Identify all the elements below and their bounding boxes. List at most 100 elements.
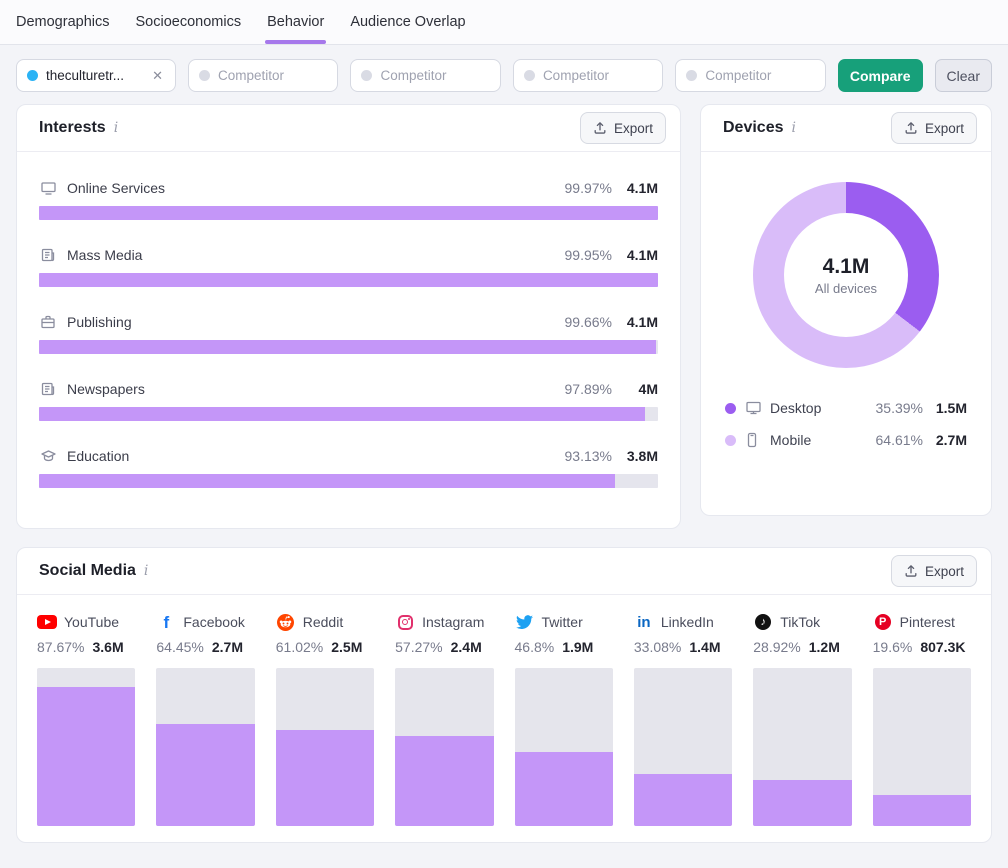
compare-button[interactable]: Compare	[838, 59, 923, 92]
social-value: 807.3K	[920, 639, 965, 655]
top-panels-row: Interests i Export Online Services 99.97…	[0, 104, 1008, 529]
competitor-field[interactable]	[218, 68, 327, 83]
domain-chip-label: theculturetr...	[46, 68, 142, 83]
social-column-linkedin: in LinkedIn 33.08% 1.4M	[634, 612, 732, 826]
social-bar-fill	[37, 687, 135, 826]
competitor-input-2[interactable]	[350, 59, 500, 92]
social-bar-fill	[515, 752, 613, 826]
interest-label: Mass Media	[67, 247, 142, 263]
social-value: 2.5M	[331, 639, 362, 655]
social-column-youtube: YouTube 87.67% 3.6M	[37, 612, 135, 826]
social-network-label: Facebook	[183, 614, 244, 630]
main-domain-chip[interactable]: theculturetr... ✕	[16, 59, 176, 92]
tab-bar: Demographics Socioeconomics Behavior Audien…	[0, 0, 1008, 45]
competitor-input-1[interactable]	[188, 59, 338, 92]
education-icon	[39, 447, 57, 465]
interest-bar	[39, 340, 658, 354]
pinterest-icon: P	[873, 614, 893, 630]
legend-label: Desktop	[770, 400, 821, 416]
devices-header: Devices i Export	[701, 105, 991, 152]
interest-row-mass-media: Mass Media 99.95% 4.1M	[39, 245, 658, 287]
social-percent: 33.08%	[634, 639, 681, 655]
tab-audience-overlap[interactable]: Audience Overlap	[350, 0, 465, 44]
legend-percent: 35.39%	[876, 400, 923, 416]
social-percent: 87.67%	[37, 639, 84, 655]
legend-row-desktop: Desktop 35.39% 1.5M	[725, 392, 967, 424]
social-bar	[37, 668, 135, 826]
devices-donut-chart: 4.1M All devices	[701, 152, 991, 368]
devices-legend: Desktop 35.39% 1.5M Mobile 64.61% 2.7M	[701, 368, 991, 456]
clear-button[interactable]: Clear	[935, 59, 992, 92]
social-export-button[interactable]: Export	[891, 555, 977, 587]
interest-bar-fill	[39, 407, 645, 421]
competitor-field[interactable]	[543, 68, 652, 83]
social-value: 3.6M	[92, 639, 123, 655]
social-columns: YouTube 87.67% 3.6M f Facebook 64.45% 2.…	[17, 595, 991, 826]
interest-label: Publishing	[67, 314, 132, 330]
devices-export-button[interactable]: Export	[891, 112, 977, 144]
social-title: Social Media	[39, 562, 136, 580]
competitor-field[interactable]	[705, 68, 814, 83]
interest-bar	[39, 474, 658, 488]
briefcase-icon	[39, 313, 57, 331]
interests-export-button[interactable]: Export	[580, 112, 666, 144]
social-network-label: YouTube	[64, 614, 119, 630]
interest-label: Online Services	[67, 180, 165, 196]
interest-row-online-services: Online Services 99.97% 4.1M	[39, 178, 658, 220]
devices-panel: Devices i Export 4.1M All devices Deskto…	[700, 104, 992, 516]
interest-bar-fill	[39, 273, 658, 287]
interest-percent: 99.66%	[565, 314, 612, 330]
instagram-icon	[395, 614, 415, 630]
competitor-color-dot	[199, 70, 210, 81]
donut-center: 4.1M All devices	[784, 213, 908, 337]
competitor-input-3[interactable]	[513, 59, 663, 92]
social-percent: 61.02%	[276, 639, 323, 655]
remove-domain-icon[interactable]: ✕	[150, 66, 165, 86]
social-value: 1.9M	[562, 639, 593, 655]
social-bar-fill	[753, 780, 851, 826]
social-bar	[634, 668, 732, 826]
competitor-field[interactable]	[380, 68, 489, 83]
social-column-reddit: Reddit 61.02% 2.5M	[276, 612, 374, 826]
interest-value: 4M	[624, 381, 658, 397]
tab-behavior[interactable]: Behavior	[267, 0, 324, 44]
social-column-pinterest: P Pinterest 19.6% 807.3K	[873, 612, 971, 826]
export-label: Export	[925, 564, 964, 579]
interest-percent: 99.95%	[565, 247, 612, 263]
tiktok-icon: ♪	[753, 614, 773, 630]
export-icon	[904, 564, 918, 579]
newspaper-icon	[39, 246, 57, 264]
social-value: 2.7M	[212, 639, 243, 655]
social-network-label: Instagram	[422, 614, 484, 630]
social-value: 1.2M	[809, 639, 840, 655]
interest-value: 4.1M	[624, 180, 658, 196]
info-icon[interactable]: i	[114, 120, 118, 136]
interest-bar	[39, 206, 658, 220]
mobile-icon	[745, 432, 762, 449]
info-icon[interactable]: i	[144, 563, 148, 579]
tab-socioeconomics[interactable]: Socioeconomics	[136, 0, 242, 44]
interest-percent: 97.89%	[565, 381, 612, 397]
reddit-icon	[276, 614, 296, 630]
social-percent: 57.27%	[395, 639, 442, 655]
social-bar	[753, 668, 851, 826]
tab-demographics[interactable]: Demographics	[16, 0, 110, 44]
interest-value: 4.1M	[624, 314, 658, 330]
social-column-instagram: Instagram 57.27% 2.4M	[395, 612, 493, 826]
twitter-icon	[515, 614, 535, 630]
info-icon[interactable]: i	[792, 120, 796, 136]
export-label: Export	[614, 121, 653, 136]
domain-color-dot	[27, 70, 38, 81]
legend-value: 1.5M	[933, 400, 967, 416]
social-percent: 64.45%	[156, 639, 203, 655]
social-bar	[276, 668, 374, 826]
interest-bar-fill	[39, 340, 656, 354]
social-column-tiktok: ♪ TikTok 28.92% 1.2M	[753, 612, 851, 826]
legend-label: Mobile	[770, 432, 811, 448]
legend-value: 2.7M	[933, 432, 967, 448]
social-value: 1.4M	[689, 639, 720, 655]
interest-percent: 93.13%	[565, 448, 612, 464]
interest-value: 3.8M	[624, 448, 658, 464]
competitor-input-4[interactable]	[675, 59, 825, 92]
interests-title: Interests	[39, 119, 106, 137]
